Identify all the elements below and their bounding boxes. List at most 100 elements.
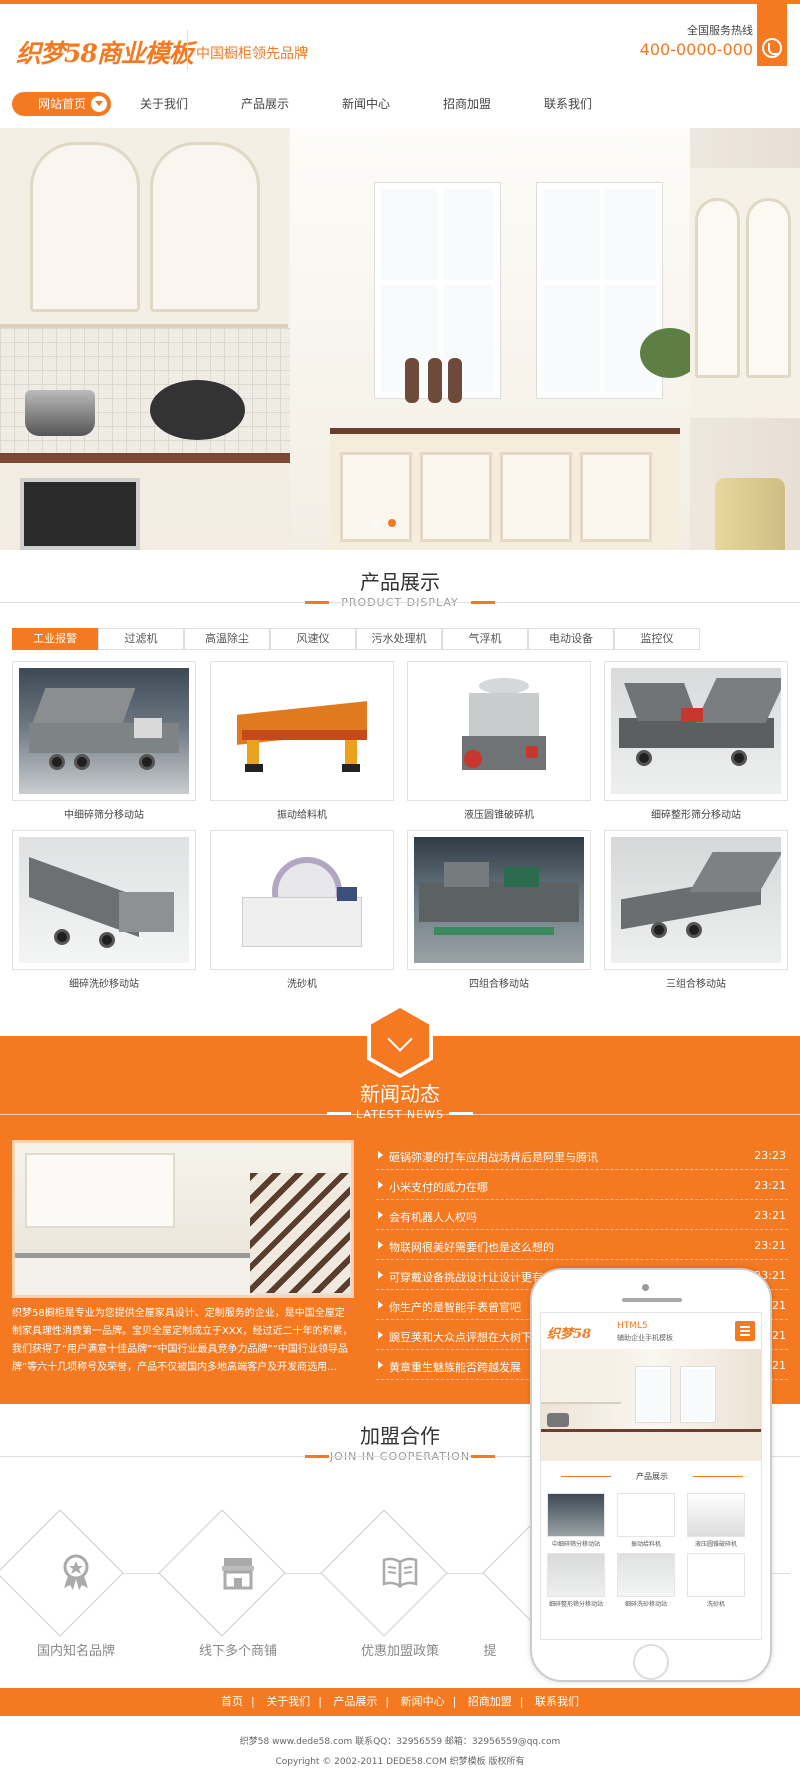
product-image [217, 837, 387, 963]
product-name[interactable]: 四组合移动站 [407, 975, 591, 990]
arrow-right-icon [378, 1241, 383, 1249]
tab-air-flotation[interactable]: 气浮机 [442, 628, 528, 650]
join-label: 优惠加盟政策 [360, 1644, 439, 1659]
footer-link-news[interactable]: 新闻中心 [393, 1695, 453, 1708]
main-nav: 网站首页 关于我们 产品展示 新闻中心 招商加盟 联系我们 [0, 92, 800, 120]
product-name[interactable]: 三组合移动站 [604, 975, 788, 990]
footer-link-products[interactable]: 产品展示 [325, 1695, 385, 1708]
mobile-preview: 织梦58 HTML5 辅助企业手机模板 产品展示 中细碎筛分移动站 振动给料机 … [530, 1268, 772, 1682]
products-title-accent [305, 601, 329, 604]
banner-countertop [0, 453, 300, 463]
tab-dust-removal[interactable]: 高温除尘 [184, 628, 270, 650]
banner-vase [448, 358, 462, 403]
news-item-title[interactable]: 会有机器人人权吗 [389, 1209, 477, 1225]
tab-anemometer[interactable]: 风速仪 [270, 628, 356, 650]
mobile-tagline: 辅助企业手机模板 [617, 1334, 673, 1342]
product-name[interactable]: 细碎整形筛分移动站 [604, 806, 788, 821]
product-card[interactable] [604, 830, 788, 970]
news-item-date: 23:21 [754, 1239, 786, 1252]
nav-item-join[interactable]: 招商加盟 [443, 92, 491, 116]
tab-monitor[interactable]: 监控仪 [614, 628, 700, 650]
hero-banner[interactable] [0, 128, 800, 550]
news-item-title[interactable]: 豌豆荚和大众点评想在大树下 [389, 1329, 532, 1345]
product-name[interactable]: 液压圆锥破碎机 [407, 806, 591, 821]
product-name[interactable]: 振动给料机 [210, 806, 394, 821]
join-title-accent [305, 1455, 329, 1458]
tab-industrial-alarm[interactable]: 工业报警 [12, 628, 98, 650]
site-slogan: 中国橱柜领先品牌 [196, 46, 308, 62]
footer-link-contact[interactable]: 联系我们 [527, 1695, 587, 1708]
news-title-accent [449, 1112, 473, 1115]
news-item-title[interactable]: 你生产的是智能手表曾官吧 [389, 1299, 521, 1315]
chevron-down-icon [91, 96, 107, 112]
product-card[interactable] [604, 661, 788, 801]
footer-link-about[interactable]: 关于我们 [258, 1695, 318, 1708]
mobile-section-title: 产品展示 [636, 1472, 668, 1481]
footer-link-home[interactable]: 首页 [213, 1695, 251, 1708]
nav-item-contact[interactable]: 联系我们 [544, 92, 592, 116]
news-item-date: 23:23 [754, 1149, 786, 1162]
mobile-product-name: 洗砂机 [706, 1601, 725, 1608]
tab-filter[interactable]: 过滤机 [98, 628, 184, 650]
news-item-title[interactable]: 砸锅弥漫的打车应用战场背后是阿里与腾讯 [389, 1149, 598, 1165]
tab-electric[interactable]: 电动设备 [528, 628, 614, 650]
products-title-accent [471, 601, 495, 604]
arrow-right-icon [378, 1331, 383, 1339]
product-card[interactable] [12, 830, 196, 970]
arrow-right-icon [378, 1151, 383, 1159]
top-accent-bar [0, 0, 800, 4]
mobile-product-name: 振动给料机 [630, 1541, 661, 1548]
nav-item-products[interactable]: 产品展示 [241, 92, 289, 116]
phone-home-button [633, 1644, 669, 1680]
nav-item-news[interactable]: 新闻中心 [342, 92, 390, 116]
footer-link-join[interactable]: 招商加盟 [460, 1695, 520, 1708]
news-list-item[interactable]: 会有机器人人权吗 23:21 [376, 1200, 788, 1230]
news-title-accent [327, 1112, 351, 1115]
news-item-title[interactable]: 黄章重生魅族能否跨越发展 [389, 1359, 521, 1375]
arrow-right-icon [378, 1181, 383, 1189]
products-title: 产品展示 [360, 570, 440, 594]
product-name[interactable]: 洗砂机 [210, 975, 394, 990]
news-featured-image[interactable] [12, 1140, 354, 1298]
news-list-item[interactable]: 小米支付的威力在哪 23:21 [376, 1170, 788, 1200]
banner-bottles [715, 478, 785, 550]
mobile-product-image [687, 1553, 745, 1597]
banner-dot-active[interactable] [388, 519, 396, 527]
tab-sewage[interactable]: 污水处理机 [356, 628, 442, 650]
banner-pot [25, 390, 95, 436]
news-list-item[interactable]: 砸锅弥漫的打车应用战场背后是阿里与腾讯 23:23 [376, 1140, 788, 1170]
banner-oven [20, 478, 140, 550]
news-list-item[interactable]: 物联网很美好需要们也是这么想的 23:21 [376, 1230, 788, 1260]
site-logo[interactable]: 织梦58商业模板 [16, 34, 194, 70]
product-card[interactable] [210, 661, 394, 801]
phone-icon [757, 0, 787, 66]
banner-dot[interactable] [372, 519, 380, 527]
product-name[interactable]: 细碎洗砂移动站 [12, 975, 196, 990]
product-name[interactable]: 中细碎筛分移动站 [12, 806, 196, 821]
store-icon [222, 1558, 254, 1590]
hexagon-badge [367, 1004, 433, 1078]
mobile-screen: 织梦58 HTML5 辅助企业手机模板 产品展示 中细碎筛分移动站 振动给料机 … [540, 1312, 762, 1640]
arrow-right-icon [378, 1301, 383, 1309]
news-item-title[interactable]: 小米支付的威力在哪 [389, 1179, 488, 1195]
book-icon [382, 1557, 418, 1589]
menu-icon[interactable] [735, 1321, 755, 1341]
product-card[interactable] [407, 830, 591, 970]
mobile-product-name: 液压圆锥破碎机 [694, 1541, 737, 1548]
nav-item-home[interactable]: 网站首页 [12, 92, 111, 116]
product-card[interactable] [210, 830, 394, 970]
nav-item-about[interactable]: 关于我们 [140, 92, 188, 116]
mobile-product-name: 细碎整形筛分移动站 [548, 1601, 603, 1608]
footer-nav: 首页 | 关于我们 | 产品展示 | 新闻中心 | 招商加盟 | 联系我们 [0, 1688, 800, 1716]
join-label: 线下多个商铺 [198, 1644, 277, 1659]
news-item-title[interactable]: 物联网很美好需要们也是这么想的 [389, 1239, 554, 1255]
join-label: 国内知名品牌 [36, 1644, 115, 1659]
arrow-right-icon [378, 1211, 383, 1219]
news-item-title[interactable]: 可穿戴设备挑战设计让设计更有 [389, 1269, 543, 1285]
mobile-product-image [687, 1493, 745, 1537]
news-description: 织梦58橱柜是专业为您提供全屋家具设计、定制服务的企业，是中国全屋定制家具理性消… [12, 1308, 353, 1373]
mobile-product-image [547, 1493, 605, 1537]
product-card[interactable] [12, 661, 196, 801]
product-card[interactable] [407, 661, 591, 801]
page: 织梦58商业模板 中国橱柜领先品牌 全国服务热线 400-0000-000 网站… [0, 0, 800, 1785]
